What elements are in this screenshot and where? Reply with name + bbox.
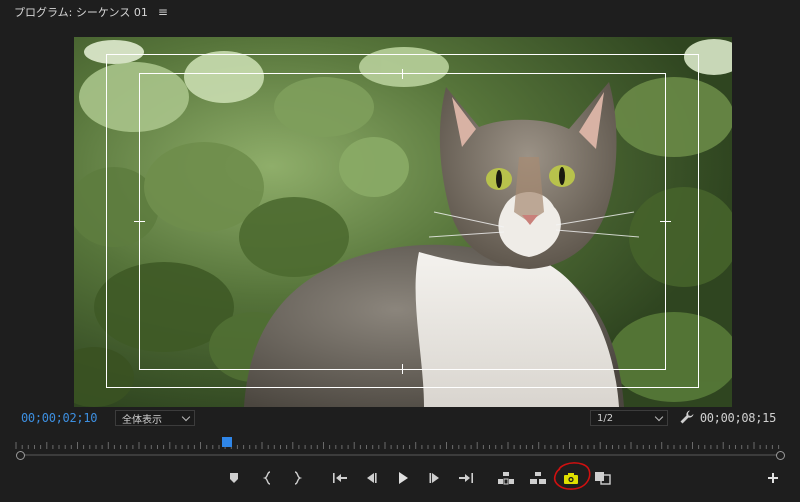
export-frame-button[interactable] (559, 466, 583, 490)
go-to-in-button[interactable] (329, 466, 351, 490)
plus-icon (768, 473, 778, 483)
lift-button[interactable] (495, 466, 517, 490)
program-monitor-viewer[interactable] (74, 37, 732, 407)
hamburger-menu-icon[interactable]: ≡ (158, 5, 168, 19)
panel-header: プログラム: シーケンス 01 ≡ (0, 0, 800, 24)
panel-title[interactable]: プログラム: シーケンス 01 (14, 4, 148, 20)
extract-icon (530, 472, 546, 484)
extract-button[interactable] (527, 466, 549, 490)
brace-left-icon (262, 471, 271, 485)
mark-in-button[interactable] (257, 466, 279, 490)
chevron-down-icon (181, 412, 191, 422)
go-to-in-icon (333, 473, 347, 483)
video-frame-cat (74, 37, 732, 407)
step-forward-icon (429, 473, 439, 483)
play-button[interactable] (392, 466, 414, 490)
current-timecode[interactable]: 00;00;02;10 (21, 411, 97, 425)
chevron-down-icon (654, 412, 664, 422)
marker-icon (230, 473, 238, 483)
go-to-out-button[interactable] (455, 466, 477, 490)
playhead[interactable] (222, 437, 232, 447)
brace-right-icon (294, 471, 303, 485)
compare-view-button[interactable] (592, 466, 614, 490)
play-icon (399, 472, 408, 484)
duration-timecode: 00;00;08;15 (699, 411, 776, 425)
playback-resolution-select[interactable]: 1/2 (590, 410, 668, 426)
playback-resolution-value: 1/2 (597, 412, 614, 424)
transport-controls (0, 462, 800, 492)
button-editor-button[interactable] (762, 466, 784, 490)
lift-icon (498, 472, 514, 485)
go-to-out-icon (459, 473, 473, 483)
step-back-icon (367, 473, 377, 483)
zoom-level-select[interactable]: 全体表示 (115, 410, 195, 426)
add-marker-button[interactable] (223, 466, 245, 490)
timecode-row: 00;00;02;10 全体表示 1/2 00;00;08;15 (0, 408, 800, 430)
camera-icon (564, 472, 578, 484)
compare-icon (595, 472, 611, 485)
zoom-scrollbar-track[interactable] (20, 454, 780, 456)
mark-out-button[interactable] (286, 466, 308, 490)
step-forward-button[interactable] (424, 466, 446, 490)
scrollbar-right-handle[interactable] (776, 451, 785, 460)
time-ruler[interactable] (14, 434, 786, 452)
scrollbar-left-handle[interactable] (16, 451, 25, 460)
wrench-icon[interactable] (679, 409, 695, 425)
step-back-button[interactable] (360, 466, 382, 490)
zoom-level-value: 全体表示 (122, 414, 162, 426)
